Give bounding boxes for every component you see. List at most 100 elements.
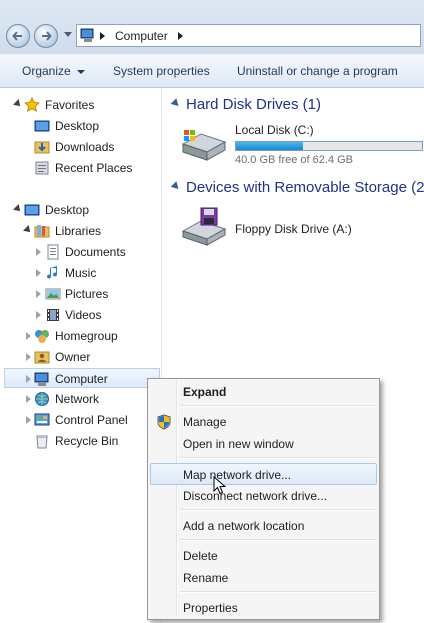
nav-item-recycle-bin[interactable]: Recycle Bin [0, 431, 160, 451]
nav-item-control-panel[interactable]: Control Panel [0, 410, 160, 430]
address-bar-area: Computer [0, 0, 424, 54]
command-bar: Organize System properties Uninstall or … [0, 54, 424, 88]
nav-item-pictures[interactable]: Pictures [0, 284, 160, 304]
system-properties-button[interactable]: System properties [113, 64, 210, 78]
drive-name-local-disk[interactable]: Local Disk (C:) [235, 123, 314, 137]
menu-item-rename[interactable]: Rename [150, 567, 377, 589]
nav-item-documents[interactable]: Documents [0, 242, 160, 262]
breadcrumb-computer[interactable]: Computer [115, 29, 168, 43]
nav-label: Documents [65, 245, 126, 259]
menu-separator [180, 509, 376, 511]
breadcrumb-separator-icon[interactable] [100, 32, 105, 40]
nav-label: Libraries [55, 224, 102, 238]
nav-label: Homegroup [55, 329, 118, 343]
documents-icon [47, 244, 59, 260]
collapsed-arrow-icon[interactable] [26, 416, 31, 424]
collapsed-arrow-icon[interactable] [26, 395, 31, 403]
pictures-icon [45, 288, 61, 300]
floppy-drive-icon[interactable] [181, 207, 227, 247]
desktop-icon [24, 204, 40, 216]
mouse-pointer-icon [213, 476, 226, 495]
videos-icon [47, 309, 59, 321]
nav-item-favorites[interactable]: Favorites [0, 95, 160, 115]
nav-label: Recent Places [55, 161, 133, 175]
menu-item-manage[interactable]: Manage [150, 411, 377, 433]
menu-item-properties[interactable]: Properties [150, 597, 377, 619]
menu-separator [180, 457, 376, 459]
collapsed-arrow-icon[interactable] [36, 269, 41, 277]
collapsed-arrow-icon[interactable] [26, 353, 31, 361]
menu-item-label: Open in new window [183, 437, 294, 451]
menu-item-open-new-window[interactable]: Open in new window [150, 433, 377, 455]
collapse-arrow-icon[interactable] [170, 181, 182, 192]
nav-label: Desktop [45, 203, 90, 217]
menu-item-disconnect-network-drive[interactable]: Disconnect network drive... [150, 485, 377, 507]
disk-capacity-bar [235, 141, 423, 151]
chevron-down-icon [76, 69, 85, 74]
recent-pages-dropdown-icon[interactable] [64, 32, 72, 38]
organize-button[interactable]: Organize [22, 64, 85, 78]
nav-item-recent-places[interactable]: Recent Places [0, 158, 160, 178]
nav-label: Owner [55, 350, 91, 364]
menu-item-add-network-location[interactable]: Add a network location [150, 515, 377, 537]
nav-item-desktop-favorite[interactable]: Desktop [0, 116, 160, 136]
hard-drive-icon[interactable] [181, 124, 227, 164]
expanded-arrow-icon[interactable] [13, 204, 23, 214]
nav-item-network[interactable]: Network [0, 389, 160, 409]
nav-item-downloads[interactable]: Downloads [0, 137, 160, 157]
nav-item-desktop[interactable]: Desktop [0, 200, 160, 220]
menu-item-label: Expand [183, 385, 227, 399]
menu-separator [180, 405, 376, 407]
nav-item-videos[interactable]: Videos [0, 305, 160, 325]
menu-item-label: Manage [183, 415, 227, 429]
back-button[interactable] [6, 24, 30, 48]
menu-item-label: Add a network location [183, 519, 305, 533]
recent-places-icon [35, 161, 49, 175]
nav-label: Network [55, 392, 100, 406]
collapsed-arrow-icon[interactable] [26, 332, 31, 340]
nav-item-homegroup[interactable]: Homegroup [0, 326, 160, 346]
menu-item-delete[interactable]: Delete [150, 545, 377, 567]
nav-label: Recycle Bin [55, 434, 119, 448]
uninstall-program-button[interactable]: Uninstall or change a program [237, 64, 398, 78]
collapsed-arrow-icon[interactable] [36, 290, 41, 298]
nav-item-music[interactable]: Music [0, 263, 160, 283]
computer-icon [80, 28, 94, 42]
menu-item-expand[interactable]: Expand [150, 381, 377, 403]
downloads-folder-icon [34, 141, 50, 154]
collapsed-arrow-icon[interactable] [36, 311, 41, 319]
nav-label: Desktop [55, 119, 100, 133]
nav-label: Favorites [45, 98, 95, 112]
menu-item-label: Rename [183, 571, 229, 585]
collapsed-arrow-icon[interactable] [36, 248, 41, 256]
menu-item-map-network-drive[interactable]: Map network drive... [150, 463, 377, 485]
group-header-label: Devices with Removable Storage (2) [186, 179, 424, 196]
expanded-arrow-icon[interactable] [13, 99, 23, 109]
nav-item-owner[interactable]: Owner [0, 347, 160, 367]
navigation-pane[interactable]: Favorites Desktop Downloads Recent Place… [0, 88, 162, 623]
music-icon [47, 266, 58, 279]
menu-item-label: Map network drive... [183, 468, 292, 482]
group-header-label: Hard Disk Drives (1) [186, 96, 322, 113]
expanded-arrow-icon[interactable] [23, 225, 33, 235]
star-icon [24, 97, 40, 113]
drive-name-floppy[interactable]: Floppy Disk Drive (A:) [235, 222, 352, 236]
nav-item-computer[interactable]: Computer [4, 368, 160, 388]
user-folder-icon [34, 351, 50, 364]
nav-label: Computer [55, 372, 108, 386]
control-panel-icon [34, 413, 50, 426]
nav-item-libraries[interactable]: Libraries [0, 221, 160, 241]
forward-button[interactable] [34, 24, 58, 48]
nav-label: Control Panel [55, 413, 128, 427]
collapse-arrow-icon[interactable] [170, 98, 182, 109]
homegroup-icon [35, 330, 49, 343]
menu-item-label: Disconnect network drive... [183, 489, 328, 503]
breadcrumb-chevron-icon[interactable] [178, 32, 183, 40]
menu-separator [180, 591, 376, 593]
nav-label: Downloads [55, 140, 115, 154]
menu-item-label: Properties [183, 601, 238, 615]
nav-label: Videos [65, 308, 102, 322]
uac-shield-icon [157, 414, 171, 430]
collapsed-arrow-icon[interactable] [26, 375, 31, 383]
address-box[interactable]: Computer [76, 24, 421, 47]
